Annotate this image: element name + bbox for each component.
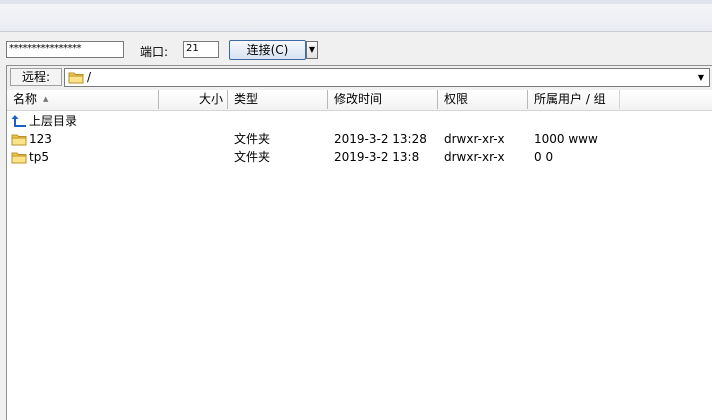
file-permissions: drwxr-xr-x	[444, 150, 505, 164]
column-header-modified[interactable]: 修改时间	[328, 90, 438, 109]
port-label: 端口:	[140, 45, 169, 59]
remote-file-panel: 远程: / ▼ 名称 ▲ 大小 类型 修改时间 权限 所属用户 / 组 上层目录	[6, 65, 712, 420]
file-modified: 2019-3-2 13:28	[334, 132, 427, 146]
folder-icon	[11, 134, 27, 146]
parent-directory-icon	[11, 115, 26, 127]
connect-dropdown-button[interactable]: ▼	[306, 41, 318, 59]
file-owner: 1000 www	[534, 132, 598, 146]
list-item-parent[interactable]: 上层目录	[7, 112, 712, 130]
file-permissions: drwxr-xr-x	[444, 132, 505, 146]
file-list: 上层目录 123 文件夹 2019-3-2 13:28 drwxr-xr-x 1…	[7, 112, 712, 166]
remote-path-text: /	[87, 70, 92, 84]
column-header-permissions[interactable]: 权限	[438, 90, 528, 109]
file-name: tp5	[29, 150, 49, 164]
file-type: 文件夹	[234, 132, 271, 146]
file-type: 文件夹	[234, 150, 271, 164]
column-header-type[interactable]: 类型	[228, 90, 328, 109]
connect-button[interactable]: 连接(C)	[229, 40, 306, 60]
sort-ascending-icon: ▲	[43, 95, 49, 103]
chevron-down-icon[interactable]: ▼	[693, 69, 709, 86]
file-name: 上层目录	[29, 114, 78, 128]
window-toolbar	[0, 0, 712, 32]
file-list-header: 名称 ▲ 大小 类型 修改时间 权限 所属用户 / 组	[7, 90, 712, 111]
connection-bar: **************** 端口: 21 连接(C) ▼	[0, 32, 712, 65]
folder-icon	[68, 72, 84, 84]
remote-path-bar: 远程: / ▼	[7, 66, 712, 90]
password-field[interactable]: ****************	[6, 41, 124, 58]
toolbar-edge	[0, 0, 712, 4]
file-modified: 2019-3-2 13:8	[334, 150, 420, 164]
column-name-label: 名称	[13, 92, 38, 106]
column-header-name[interactable]: 名称 ▲	[7, 90, 159, 109]
remote-path-combobox[interactable]: / ▼	[64, 68, 710, 87]
column-header-size[interactable]: 大小	[159, 90, 228, 109]
file-name: 123	[29, 132, 52, 146]
folder-icon	[11, 152, 27, 164]
column-header-owner[interactable]: 所属用户 / 组	[528, 90, 620, 109]
file-owner: 0 0	[534, 150, 554, 164]
list-item[interactable]: 123 文件夹 2019-3-2 13:28 drwxr-xr-x 1000 w…	[7, 130, 712, 148]
list-item[interactable]: tp5 文件夹 2019-3-2 13:8 drwxr-xr-x 0 0	[7, 148, 712, 166]
port-field[interactable]: 21	[183, 41, 219, 58]
chevron-down-icon: ▼	[308, 45, 316, 54]
remote-label[interactable]: 远程:	[10, 68, 62, 86]
